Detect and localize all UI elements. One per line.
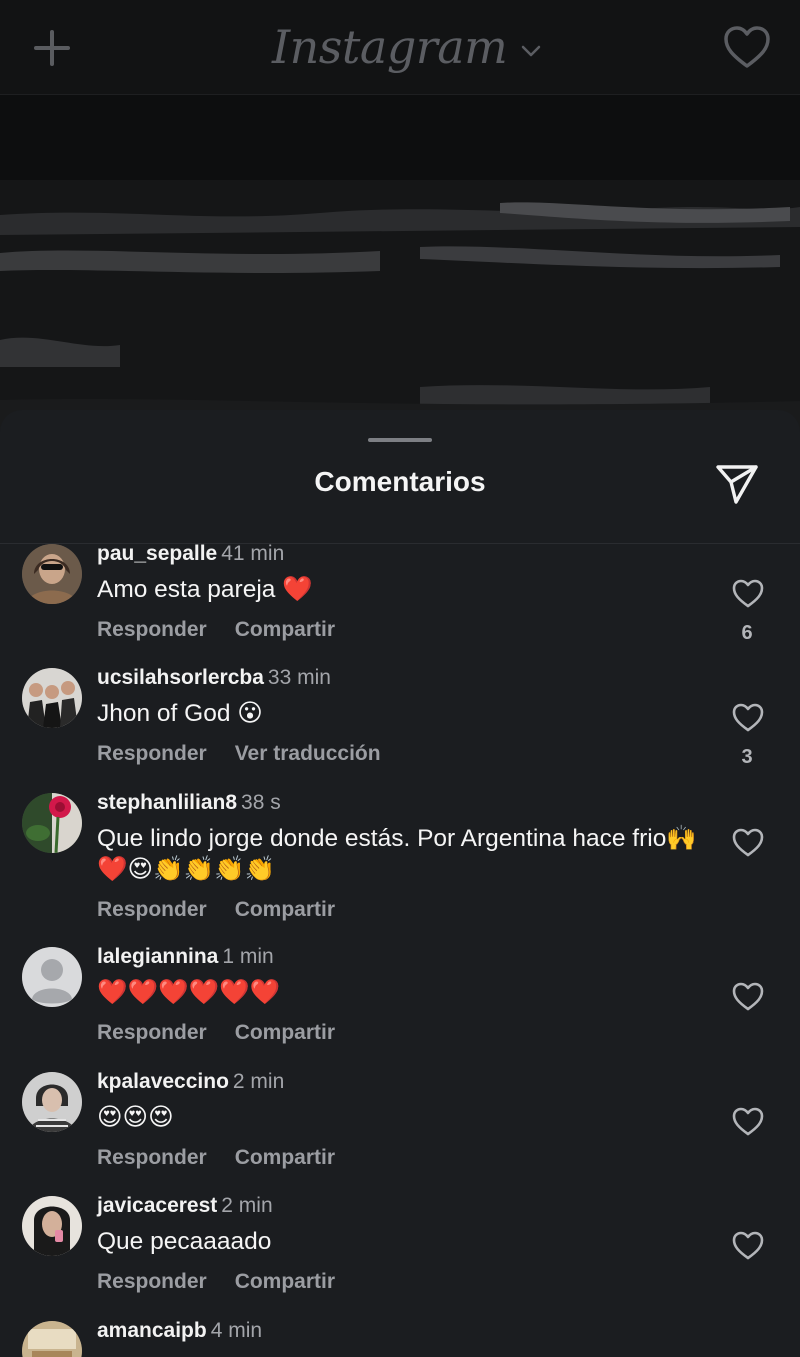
comment-meta: ucsilahsorlercba 33 min <box>97 666 331 690</box>
share-button[interactable]: Compartir <box>235 618 335 641</box>
comment-text: ❤️❤️❤️❤️❤️❤️ <box>97 979 281 1006</box>
share-button[interactable]: Compartir <box>235 1270 335 1293</box>
comments-list[interactable]: pau_sepalle 41 min Amo esta pareja ❤️ Res… <box>0 544 800 1357</box>
avatar[interactable] <box>22 544 82 604</box>
share-button[interactable]: Compartir <box>235 1021 335 1044</box>
plus-icon[interactable] <box>30 26 74 70</box>
account-switcher[interactable]: Instagram <box>272 12 541 82</box>
comment-time: 41 min <box>221 544 285 565</box>
comment-time: 4 min <box>210 1319 263 1342</box>
comment-text: Jhon of God 😮 <box>97 700 263 727</box>
comment-text: Amo esta pareja ❤️ <box>97 576 313 603</box>
reply-button[interactable]: Responder <box>97 1021 207 1044</box>
comment-meta: javicacerest 2 min <box>97 1194 273 1218</box>
comment-actions: Responder Ver traducción <box>97 742 409 766</box>
comment-time: 1 min <box>222 945 274 968</box>
avatar[interactable] <box>22 1072 82 1132</box>
comments-sheet: Comentarios pau_sepalle 41 min Amo esta p… <box>0 410 800 1357</box>
like-heart-icon[interactable] <box>731 981 765 1013</box>
like-heart-icon[interactable] <box>731 1106 765 1138</box>
comment-meta: stephanlilian8 38 s <box>97 791 281 815</box>
comment-text: 😍😍😍 <box>97 1104 174 1131</box>
chevron-down-icon <box>522 45 541 57</box>
send-icon[interactable] <box>714 462 760 506</box>
reply-button[interactable]: Responder <box>97 1146 207 1169</box>
comment-text: Que lindo jorge donde estás. Por Argenti… <box>97 825 697 883</box>
like-heart-icon[interactable] <box>731 578 765 610</box>
reply-button[interactable]: Responder <box>97 742 207 765</box>
heart-icon[interactable] <box>722 24 772 70</box>
comment-username[interactable]: lalegiannina <box>97 945 218 968</box>
share-button[interactable]: Compartir <box>235 1146 335 1169</box>
comment-meta: pau_sepalle 41 min <box>97 544 284 566</box>
comment-text: Que pecaaaado <box>97 1228 272 1255</box>
comment-actions: Responder Compartir <box>97 1021 363 1045</box>
translate-button[interactable]: Ver traducción <box>235 742 381 765</box>
avatar[interactable] <box>22 668 82 728</box>
instagram-logo: Instagram <box>272 20 508 74</box>
comment-time: 33 min <box>267 666 331 689</box>
reply-button[interactable]: Responder <box>97 1270 207 1293</box>
like-heart-icon[interactable] <box>731 827 765 859</box>
comment-username[interactable]: amancaipb <box>97 1319 207 1342</box>
sheet-grabber[interactable] <box>368 438 432 442</box>
like-heart-icon[interactable] <box>731 1230 765 1262</box>
comment-meta: amancaipb 4 min <box>97 1319 262 1343</box>
comment-time: 2 min <box>232 1070 285 1093</box>
comment-time: 2 min <box>221 1194 273 1217</box>
comment-meta: kpalaveccino 2 min <box>97 1070 284 1094</box>
like-heart-icon[interactable] <box>731 702 765 734</box>
reply-button[interactable]: Responder <box>97 898 207 921</box>
post-image-background <box>0 95 800 435</box>
comment-meta: lalegiannina 1 min <box>97 945 274 969</box>
like-count: 6 <box>741 622 753 644</box>
comment-time: 38 s <box>241 791 281 814</box>
comment-username[interactable]: stephanlilian8 <box>97 791 237 814</box>
comment-username[interactable]: pau_sepalle <box>97 544 217 565</box>
comment-username[interactable]: ucsilahsorlercba <box>97 666 264 689</box>
avatar[interactable] <box>22 1321 82 1357</box>
comment-actions: Responder Compartir <box>97 1146 363 1170</box>
avatar[interactable] <box>22 1196 82 1256</box>
share-button[interactable]: Compartir <box>235 898 335 921</box>
comment-actions: Responder Compartir <box>97 898 363 922</box>
like-count: 3 <box>741 746 753 768</box>
comment-username[interactable]: javicacerest <box>97 1194 217 1217</box>
avatar[interactable] <box>22 793 82 853</box>
reply-button[interactable]: Responder <box>97 618 207 641</box>
comment-actions: Responder Compartir <box>97 618 363 642</box>
comment-actions: Responder Compartir <box>97 1270 363 1294</box>
sheet-title: Comentarios <box>314 466 486 497</box>
avatar[interactable] <box>22 947 82 1007</box>
top-app-bar: Instagram <box>0 0 800 95</box>
comment-username[interactable]: kpalaveccino <box>97 1070 229 1093</box>
